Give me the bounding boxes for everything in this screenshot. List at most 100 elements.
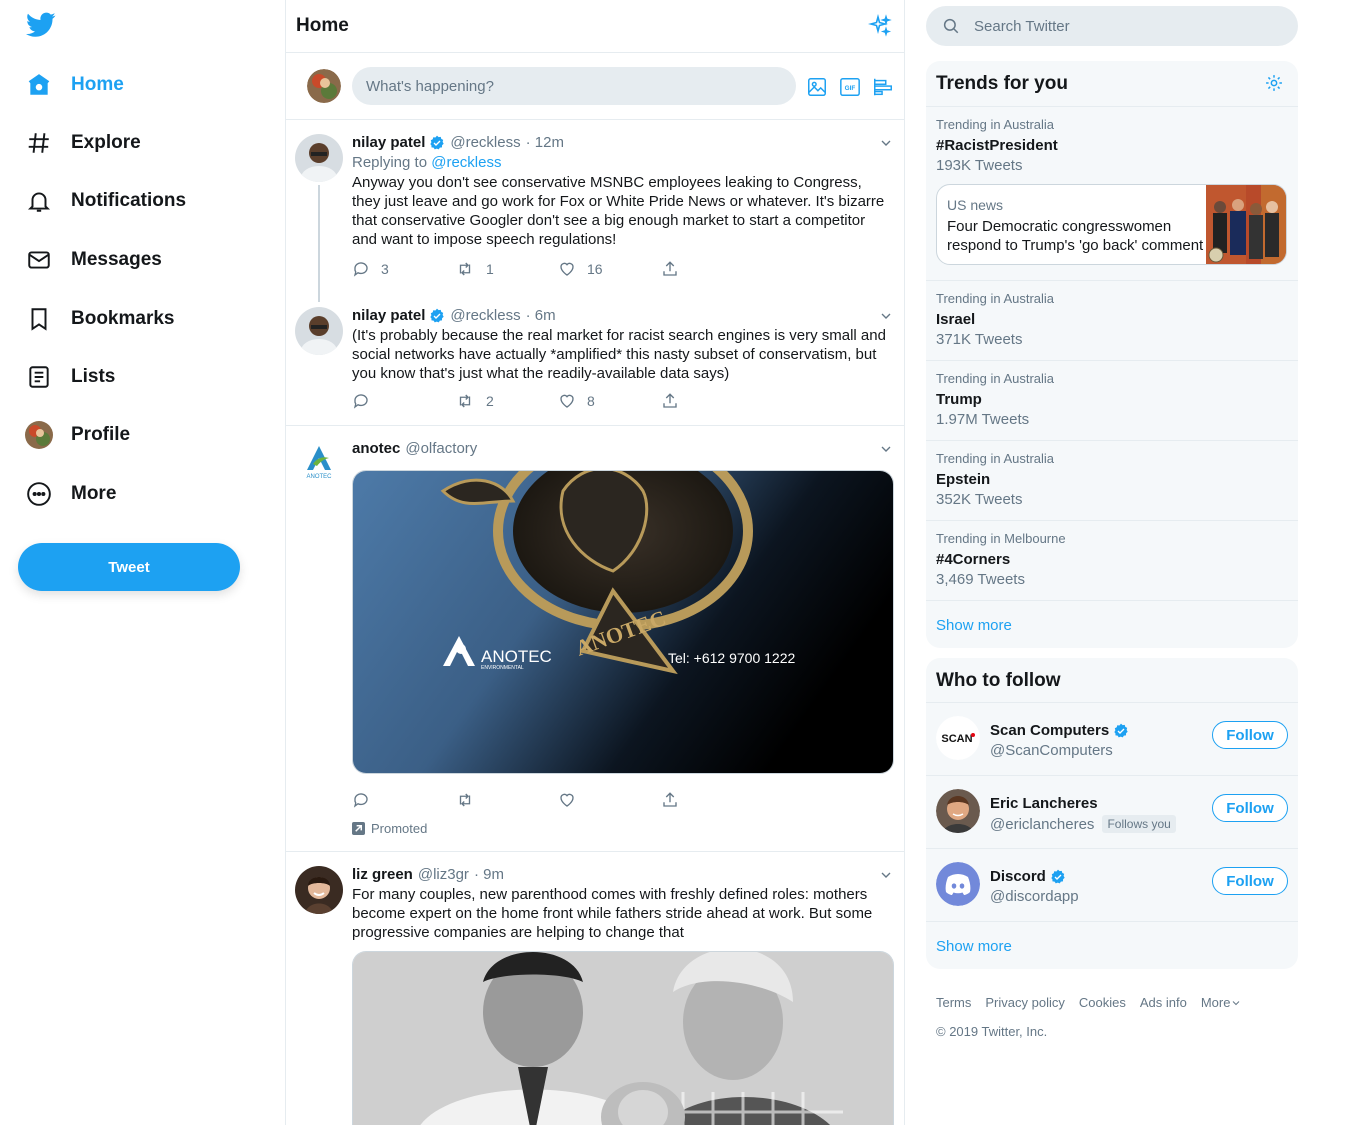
tweet-timestamp[interactable]: · 9m	[474, 865, 504, 885]
footer-link-privacy[interactable]: Privacy policy	[985, 995, 1064, 1010]
chevron-down-icon[interactable]	[878, 441, 894, 457]
like-button[interactable]: 8	[558, 392, 661, 410]
chevron-down-icon[interactable]	[878, 135, 894, 151]
nav-notifications[interactable]: Notifications	[24, 179, 186, 223]
avatar[interactable]	[295, 866, 343, 914]
tweet-text: For many couples, new parenthood comes w…	[352, 886, 873, 941]
share-button[interactable]	[661, 791, 764, 809]
trend-context: Trending in Australia	[936, 371, 1055, 386]
tweet-button[interactable]: Tweet	[18, 543, 240, 591]
footer-link-ads-info[interactable]: Ads info	[1140, 995, 1187, 1010]
footer-more-menu[interactable]: More	[1201, 995, 1243, 1010]
tweet-author-name[interactable]: nilay patel	[352, 306, 425, 326]
search-input[interactable]	[974, 6, 1274, 46]
tweet-author-handle[interactable]: @reckless	[450, 133, 520, 153]
tweet-composer: GIF	[286, 53, 904, 120]
retweet-button[interactable]: 1	[455, 260, 558, 278]
trend-item[interactable]: Trending in Australia Israel 371K Tweets	[926, 281, 1298, 361]
poll-icon[interactable]	[872, 76, 894, 98]
sparkle-icon[interactable]	[868, 14, 892, 38]
tweet[interactable]: nilay patel @reckless · 12m Replying to …	[286, 120, 904, 285]
tweet-author-name[interactable]: nilay patel	[352, 133, 425, 153]
tweet-timestamp[interactable]: · 6m	[526, 306, 556, 326]
tweet-author-handle[interactable]: @reckless	[450, 306, 520, 326]
trend-item[interactable]: Trending in Melbourne #4Corners 3,469 Tw…	[926, 521, 1298, 601]
chevron-down-icon[interactable]	[878, 308, 894, 324]
reply-button[interactable]	[352, 392, 455, 410]
svg-text:GIF: GIF	[845, 85, 856, 92]
follow-suggestion[interactable]: SCAN Scan Computers @ScanComputers Follo…	[926, 703, 1298, 776]
who-to-follow-panel: Who to follow SCAN Scan Computers @ScanC…	[926, 658, 1298, 969]
footer-link-terms[interactable]: Terms	[936, 995, 971, 1010]
share-button[interactable]	[661, 392, 764, 410]
reply-icon	[352, 392, 370, 410]
avatar[interactable]	[295, 307, 343, 355]
avatar	[24, 420, 54, 450]
avatar[interactable]: ANOTEC	[299, 440, 339, 480]
show-more-trends-link[interactable]: Show more	[926, 601, 1298, 634]
image-icon[interactable]	[806, 76, 828, 98]
more-circle-icon	[24, 479, 54, 509]
follow-button[interactable]: Follow	[1212, 867, 1288, 895]
home-icon	[24, 70, 54, 100]
follow-button[interactable]: Follow	[1212, 794, 1288, 822]
tweet-author-name[interactable]: anotec	[352, 439, 400, 459]
avatar[interactable]	[936, 789, 980, 833]
search-bar[interactable]	[926, 6, 1298, 46]
avatar[interactable]	[936, 862, 980, 906]
twitter-logo-icon[interactable]	[26, 12, 58, 42]
share-icon	[661, 260, 679, 278]
nav-profile[interactable]: Profile	[24, 413, 130, 457]
like-button[interactable]: 16	[558, 260, 661, 278]
nav-bookmarks[interactable]: Bookmarks	[24, 297, 175, 341]
gear-icon[interactable]	[1264, 73, 1284, 93]
nav-label: Explore	[71, 132, 141, 153]
nav-more[interactable]: More	[24, 472, 116, 516]
gif-icon[interactable]: GIF	[839, 76, 861, 98]
follow-name[interactable]: Scan Computers	[990, 722, 1109, 739]
follow-suggestion[interactable]: Discord @discordapp Follow	[926, 849, 1298, 922]
tweet[interactable]: liz green @liz3gr · 9m For many couples,…	[286, 852, 904, 1125]
tweet[interactable]: ANOTEC anotec @olfactory ANOTEC ANOTEC E…	[286, 426, 904, 851]
news-card[interactable]: US news Four Democratic congresswomen re…	[936, 184, 1287, 265]
follow-suggestion[interactable]: Eric Lancheres @ericlancheres Follows yo…	[926, 776, 1298, 849]
reply-button[interactable]	[352, 791, 455, 809]
tweet[interactable]: nilay patel @reckless · 6m (It's probabl…	[286, 293, 904, 425]
reply-mention-link[interactable]: @reckless	[431, 154, 501, 171]
tweet-image[interactable]	[352, 951, 894, 1125]
avatar[interactable]	[307, 69, 341, 103]
follow-name[interactable]: Discord	[990, 868, 1046, 885]
nav-messages[interactable]: Messages	[24, 238, 162, 282]
like-button[interactable]	[558, 791, 661, 809]
tweet-author-name[interactable]: liz green	[352, 865, 413, 885]
follow-button[interactable]: Follow	[1212, 721, 1288, 749]
tweet-author-handle[interactable]: @liz3gr	[418, 865, 469, 885]
trend-item[interactable]: Trending in Australia Epstein 352K Tweet…	[926, 441, 1298, 521]
trend-item[interactable]: Trending in Australia #RacistPresident 1…	[926, 107, 1298, 281]
footer-link-cookies[interactable]: Cookies	[1079, 995, 1126, 1010]
trend-count: 371K Tweets	[936, 331, 1023, 348]
retweet-button[interactable]	[455, 791, 558, 809]
follow-name[interactable]: Eric Lancheres	[990, 795, 1098, 812]
like-count: 16	[587, 261, 603, 277]
verified-badge-icon	[1113, 723, 1129, 739]
trend-context: Trending in Australia	[936, 451, 1055, 466]
retweet-button[interactable]: 2	[455, 392, 558, 410]
panel-title: Trends for you	[936, 73, 1068, 94]
tweet-image[interactable]: ANOTEC ANOTEC ENVIRONMENTAL Tel: +612 97…	[352, 470, 894, 774]
nav-lists[interactable]: Lists	[24, 355, 115, 399]
tweet-author-handle[interactable]: @olfactory	[405, 439, 477, 459]
share-button[interactable]	[661, 260, 764, 278]
trend-item[interactable]: Trending in Australia Trump 1.97M Tweets	[926, 361, 1298, 441]
compose-input[interactable]	[352, 67, 796, 105]
avatar[interactable]: SCAN	[936, 716, 980, 760]
show-more-follow-link[interactable]: Show more	[926, 922, 1298, 955]
share-icon	[661, 392, 679, 410]
reply-button[interactable]: 3	[352, 260, 455, 278]
nav-explore[interactable]: Explore	[24, 121, 141, 165]
trend-count: 352K Tweets	[936, 491, 1023, 508]
nav-home[interactable]: Home	[24, 63, 124, 107]
chevron-down-icon[interactable]	[878, 867, 894, 883]
tweet-timestamp[interactable]: · 12m	[526, 133, 564, 153]
avatar[interactable]	[295, 134, 343, 182]
